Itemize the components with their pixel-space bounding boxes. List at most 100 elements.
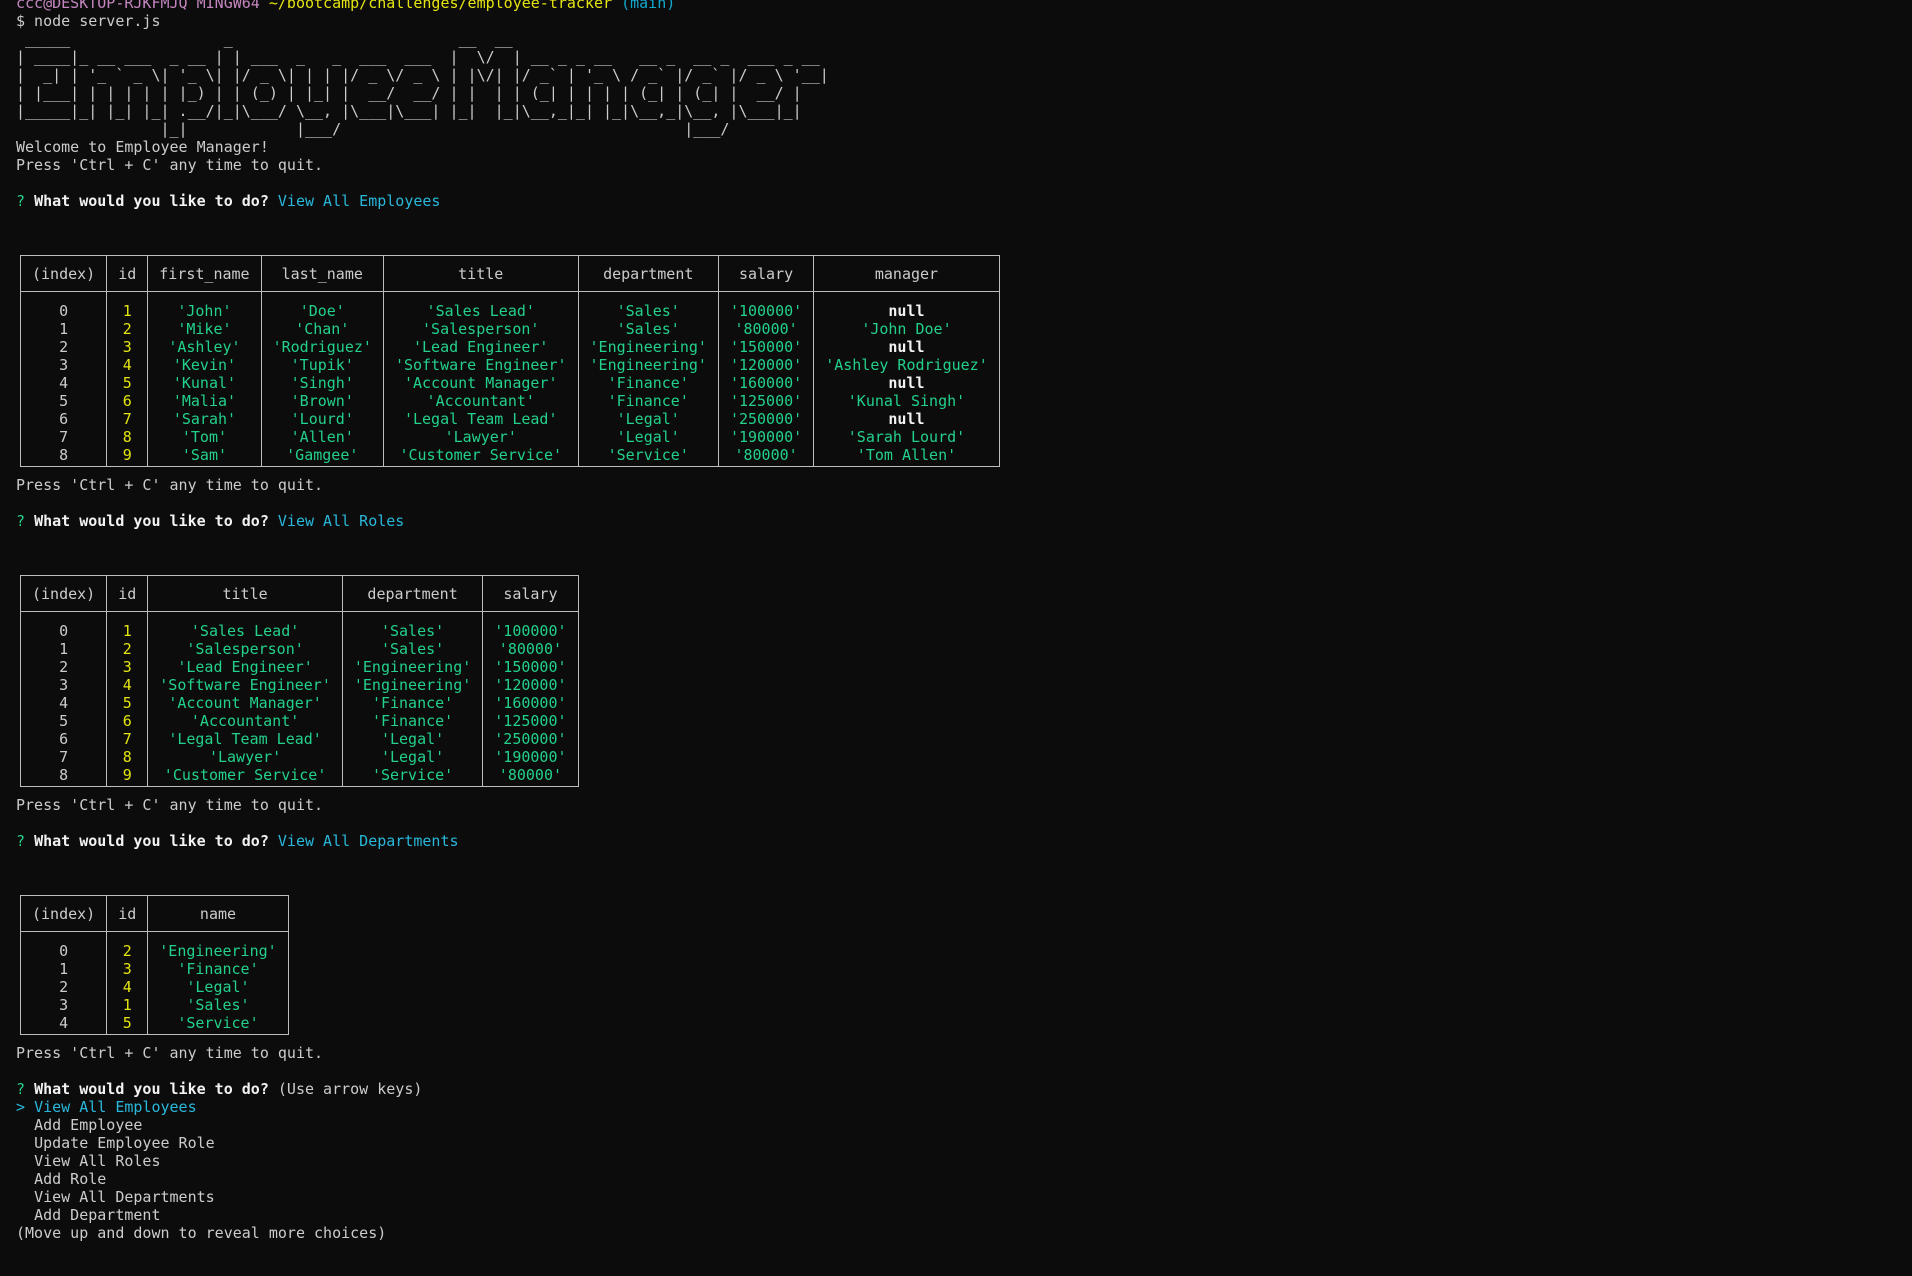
cell-index: 0	[19, 291, 108, 320]
cell-manager: 'Sarah Lourd'	[813, 428, 1000, 446]
cell-title: 'Salesperson'	[147, 640, 343, 658]
question-mark: ?	[16, 192, 26, 210]
column-header-id: id	[106, 575, 149, 612]
cell-id: 1	[106, 611, 149, 640]
cell-department: 'Sales'	[341, 640, 484, 658]
quit-hint: Press 'Ctrl + C' any time to quit.	[16, 1044, 324, 1062]
cell-salary: '100000'	[717, 291, 815, 320]
terminal-window[interactable]: ccc@DESKTOP-RJKFMJQ MINGW64 ~/bootcamp/c…	[16, 0, 1912, 1242]
cell-index: 5	[19, 392, 108, 410]
column-header-manager: manager	[813, 255, 1000, 292]
welcome-text: Welcome to Employee Manager!	[16, 138, 269, 156]
cell-id: 9	[106, 446, 149, 467]
menu-choice-view-all-roles[interactable]: View All Roles	[16, 1152, 1912, 1170]
table-row: 7 8 'Tom' 'Allen' 'Lawyer' 'Legal' '190000' 'Sa…	[19, 428, 1000, 446]
cell-index: 7	[19, 428, 108, 446]
column-header-index: (index)	[19, 255, 108, 292]
column-header-index: (index)	[19, 575, 108, 612]
cell-manager: null	[813, 338, 1000, 356]
table-row: 1 2 'Mike' 'Chan' 'Salesperson' 'Sales' '80000…	[19, 320, 1000, 338]
cell-id: 3	[106, 338, 149, 356]
table-row: 6 7 'Sarah' 'Lourd' 'Legal Team Lead' 'Legal'…	[19, 410, 1000, 428]
cell-last-name: 'Singh'	[260, 374, 384, 392]
menu-choice-label: View All Roles	[34, 1152, 161, 1170]
table-row: 3 4 'Software Engineer' 'Engineering' '12000…	[19, 676, 579, 694]
cell-last-name: 'Rodriguez'	[260, 338, 384, 356]
cell-title: 'Account Manager'	[382, 374, 579, 392]
table-row: 1 3 'Finance'	[19, 960, 289, 978]
cell-department: 'Sales'	[577, 291, 719, 320]
cell-salary: '80000'	[482, 640, 579, 658]
menu-pointer	[16, 1206, 25, 1224]
cell-first-name: 'Ashley'	[147, 338, 262, 356]
menu-pointer: >	[16, 1098, 26, 1116]
menu-pointer	[16, 1188, 25, 1206]
choice-menu[interactable]: > View All Employees Add Employee Update…	[16, 1098, 1912, 1224]
cell-index: 6	[19, 730, 108, 748]
cell-first-name: 'Mike'	[147, 320, 262, 338]
prompt-shell: MINGW64	[196, 0, 260, 12]
cell-title: 'Accountant'	[147, 712, 343, 730]
menu-choice-add-department[interactable]: Add Department	[16, 1206, 1912, 1224]
cell-last-name: 'Lourd'	[260, 410, 384, 428]
cell-first-name: 'Kevin'	[147, 356, 262, 374]
cell-first-name: 'Sarah'	[147, 410, 262, 428]
cell-last-name: 'Doe'	[260, 291, 384, 320]
cell-department: 'Sales'	[577, 320, 719, 338]
ascii-banner: _____ _ __ __ | ____|_ __ ___ _ __ | | _…	[16, 30, 829, 138]
cell-department: 'Legal'	[577, 428, 719, 446]
cell-manager: null	[813, 374, 1000, 392]
cell-index: 4	[19, 1014, 108, 1035]
cell-id: 2	[106, 320, 149, 338]
cell-department: 'Finance'	[577, 374, 719, 392]
cell-title: 'Sales Lead'	[147, 611, 343, 640]
cell-salary: '250000'	[717, 410, 815, 428]
cell-department: 'Engineering'	[577, 338, 719, 356]
cell-index: 0	[19, 931, 108, 960]
question-answer: View All Employees	[277, 192, 441, 210]
column-header-title: title	[382, 255, 579, 292]
menu-choice-view-all-employees[interactable]: > View All Employees	[16, 1098, 1912, 1116]
cell-manager: null	[813, 291, 1000, 320]
menu-choice-label: View All Employees	[34, 1098, 197, 1116]
cell-manager: 'Ashley Rodriguez'	[813, 356, 1000, 374]
question-text: What would you like to do?	[34, 832, 269, 850]
column-header-salary: salary	[482, 575, 579, 612]
cell-id: 1	[106, 996, 149, 1014]
cell-index: 3	[19, 676, 108, 694]
menu-choice-update-employee-role[interactable]: Update Employee Role	[16, 1134, 1912, 1152]
table-row: 1 2 'Salesperson' 'Sales' '80000'	[19, 640, 579, 658]
departments-table: (index) id name 0 2 'Engineering' 1 3 'Finance'…	[19, 895, 289, 1035]
cell-index: 1	[19, 640, 108, 658]
cell-index: 3	[19, 996, 108, 1014]
cell-index: 5	[19, 712, 108, 730]
table-row: 2 3 'Ashley' 'Rodriguez' 'Lead Engineer' 'Eng…	[19, 338, 1000, 356]
cell-id: 6	[106, 392, 149, 410]
cell-department: 'Sales'	[341, 611, 484, 640]
cell-manager: 'John Doe'	[813, 320, 1000, 338]
cell-last-name: 'Tupik'	[260, 356, 384, 374]
table-row: 6 7 'Legal Team Lead' 'Legal' '250000'	[19, 730, 579, 748]
table-row: 4 5 'Kunal' 'Singh' 'Account Manager' 'Financ…	[19, 374, 1000, 392]
prompt-path: ~/bootcamp/challenges/employee-tracker	[268, 0, 613, 12]
cell-name: 'Sales'	[147, 996, 289, 1014]
menu-choice-add-employee[interactable]: Add Employee	[16, 1116, 1912, 1134]
cell-index: 8	[19, 446, 108, 467]
menu-choice-label: Add Department	[34, 1206, 161, 1224]
cell-department: 'Legal'	[341, 748, 484, 766]
cell-index: 2	[19, 978, 108, 996]
cell-id: 2	[106, 640, 149, 658]
cell-title: 'Lead Engineer'	[147, 658, 343, 676]
question-mark: ?	[16, 1080, 26, 1098]
cell-index: 1	[19, 320, 108, 338]
question-answer: View All Roles	[277, 512, 405, 530]
menu-choice-add-role[interactable]: Add Role	[16, 1170, 1912, 1188]
cell-id: 4	[106, 676, 149, 694]
cell-first-name: 'Tom'	[147, 428, 262, 446]
menu-choice-view-all-departments[interactable]: View All Departments	[16, 1188, 1912, 1206]
cell-id: 4	[106, 978, 149, 996]
cell-salary: '190000'	[717, 428, 815, 446]
cell-title: 'Legal Team Lead'	[382, 410, 579, 428]
table-row: 2 4 'Legal'	[19, 978, 289, 996]
cell-salary: '80000'	[717, 446, 815, 467]
